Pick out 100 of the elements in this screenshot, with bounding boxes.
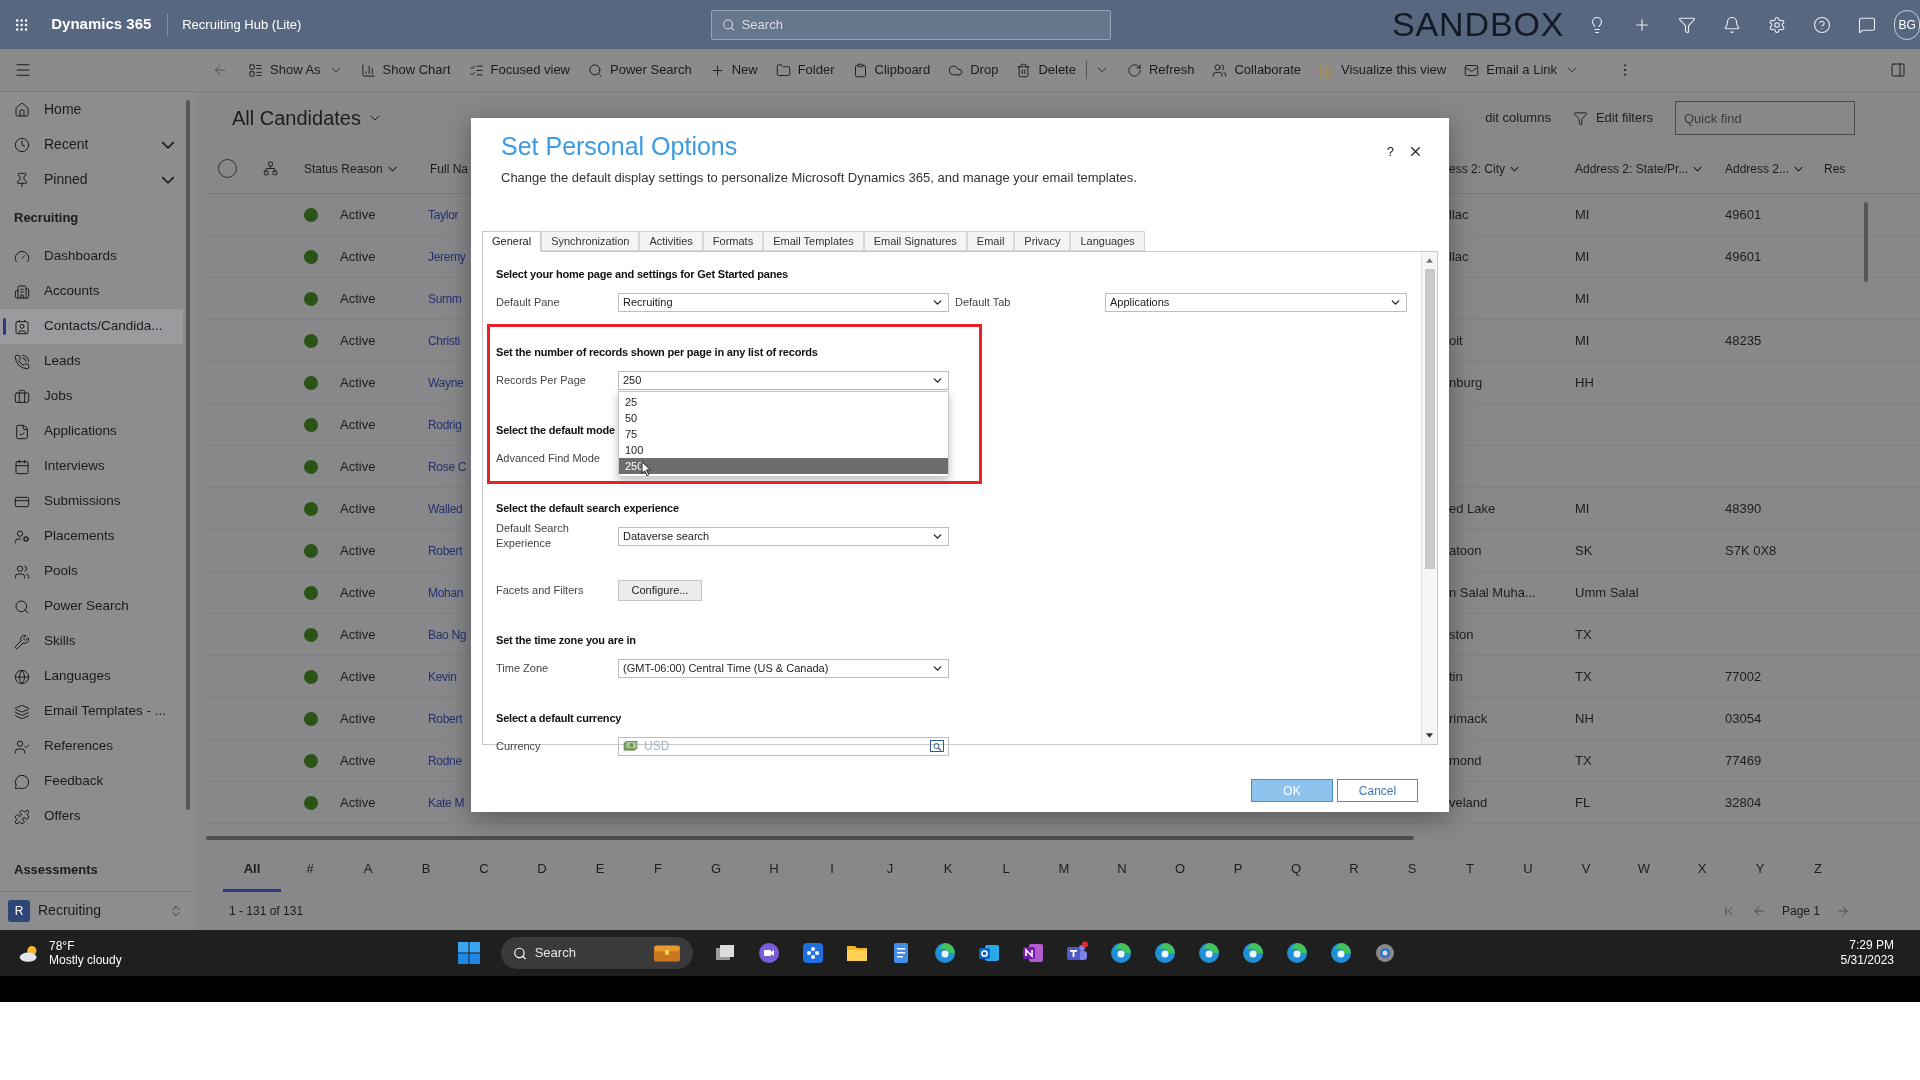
jump-bar-item[interactable]: U — [1499, 848, 1557, 892]
jump-bar-item[interactable]: K — [919, 848, 977, 892]
tab[interactable]: Formats — [702, 231, 764, 251]
browser-icon[interactable] — [1240, 941, 1265, 965]
nav-item[interactable]: Leads — [0, 344, 183, 379]
name-link[interactable]: Christi — [428, 333, 460, 348]
dropdown-field[interactable]: Applications — [1105, 292, 1407, 312]
nav-item[interactable]: References — [0, 729, 183, 764]
quick-find-field[interactable]: Quick find — [1675, 101, 1855, 135]
nav-item[interactable]: Skills — [0, 624, 183, 659]
jump-bar-item[interactable]: B — [397, 848, 455, 892]
chevron-down-icon[interactable] — [387, 165, 397, 172]
app-icon[interactable] — [800, 941, 825, 965]
nav-item[interactable]: Power Search — [0, 589, 183, 624]
app-name[interactable]: Dynamics 365 — [51, 13, 152, 36]
lookup-icon[interactable] — [930, 740, 944, 752]
chevron-down-icon[interactable] — [1794, 165, 1804, 172]
jump-bar-item[interactable]: W — [1615, 848, 1673, 892]
jump-bar-item[interactable]: V — [1557, 848, 1615, 892]
toolbar-button[interactable]: Visualize this view — [1313, 54, 1453, 86]
nav-item[interactable]: Accounts — [0, 274, 183, 309]
jump-bar-item[interactable]: O — [1151, 848, 1209, 892]
tab[interactable]: Email — [966, 231, 1015, 251]
cancel-button[interactable]: Cancel — [1337, 779, 1418, 802]
jump-bar-item[interactable]: Z — [1789, 848, 1847, 892]
clock-time[interactable]: 7:29 PM — [1849, 938, 1894, 953]
dropdown-option[interactable]: 100 — [619, 441, 948, 458]
notebook-icon[interactable] — [1020, 941, 1045, 965]
nav-item[interactable]: Placements — [0, 519, 183, 554]
jump-bar-item[interactable]: G — [687, 848, 745, 892]
column-header[interactable]: Status Reason — [304, 159, 383, 178]
search-field[interactable]: Search — [741, 14, 1101, 35]
jump-bar-item[interactable]: D — [513, 848, 571, 892]
dropdown-field[interactable]: 250 — [618, 370, 949, 390]
nav-item[interactable]: Feedback — [0, 764, 183, 799]
toolbar-button[interactable]: Show As — [242, 54, 327, 86]
name-link[interactable]: Jeremy — [428, 249, 466, 264]
browser-icon[interactable] — [1196, 941, 1221, 965]
configure-button[interactable]: Configure... — [618, 579, 702, 601]
weather-condition[interactable]: Mostly cloudy — [49, 953, 122, 967]
toolbar-button[interactable]: Clipboard — [846, 54, 937, 86]
nav-item[interactable]: Submissions — [0, 484, 183, 519]
nav-item[interactable]: Email Templates - ... — [0, 694, 183, 729]
jump-bar-item[interactable]: E — [571, 848, 629, 892]
browser-icon[interactable] — [1108, 941, 1133, 965]
tab[interactable]: Activities — [639, 231, 703, 251]
nav-item[interactable]: Pools — [0, 554, 183, 589]
column-header[interactable]: Res — [1824, 159, 1846, 178]
tab[interactable]: Privacy — [1014, 231, 1071, 251]
toolbar-button[interactable]: Delete — [1010, 54, 1082, 86]
column-header[interactable]: Full Na — [430, 159, 468, 178]
tab[interactable]: Languages — [1070, 231, 1145, 251]
name-link[interactable]: Walled — [428, 501, 463, 516]
name-link[interactable]: Kate M — [428, 795, 465, 810]
toolbar-button[interactable]: Focused view — [462, 54, 576, 86]
column-header[interactable]: Address 2... — [1725, 159, 1790, 178]
windows-logo-icon[interactable] — [456, 941, 481, 965]
dropdown-option[interactable]: 75 — [619, 425, 948, 442]
nav-item[interactable]: Languages — [0, 659, 183, 694]
jump-bar-item[interactable]: Q — [1267, 848, 1325, 892]
jump-bar-item[interactable]: P — [1209, 848, 1267, 892]
name-link[interactable]: Bao Ng — [428, 627, 467, 642]
jump-bar-item[interactable]: H — [745, 848, 803, 892]
nav-item[interactable]: Pinned — [0, 162, 195, 197]
browser-icon[interactable] — [1328, 941, 1353, 965]
filter-icon[interactable] — [1678, 15, 1697, 34]
jump-bar-item[interactable]: M — [1035, 848, 1093, 892]
nav-item[interactable]: Dashboards — [0, 239, 183, 274]
browser-icon[interactable] — [1152, 941, 1177, 965]
name-link[interactable]: Kevin — [428, 669, 457, 684]
toolbar-button[interactable]: Drop — [942, 54, 1005, 86]
jump-bar-item[interactable]: J — [861, 848, 919, 892]
chevron-down-icon[interactable] — [1693, 165, 1703, 172]
browser-icon[interactable] — [932, 941, 957, 965]
name-link[interactable]: Rodne — [428, 753, 462, 768]
name-link[interactable]: Wayne — [428, 375, 464, 390]
area-switcher[interactable]: R Recruiting — [0, 891, 195, 929]
scroll-down-icon[interactable] — [1426, 733, 1433, 738]
tab[interactable]: Email Templates — [763, 231, 864, 251]
column-header[interactable]: ess 2: City — [1449, 159, 1505, 178]
dropdown-field[interactable]: (GMT-06:00) Central Time (US & Canada) — [618, 658, 949, 678]
toolbar-button[interactable]: Collaborate — [1206, 54, 1307, 86]
close-icon[interactable] — [1408, 144, 1423, 159]
nav-item[interactable]: Applications — [0, 414, 183, 449]
jump-bar-item[interactable]: N — [1093, 848, 1151, 892]
chevron-down-icon[interactable] — [1510, 165, 1519, 172]
name-link[interactable]: Robert — [428, 711, 463, 726]
jump-bar-item[interactable]: All — [223, 848, 281, 892]
nav-item[interactable]: Recent — [0, 127, 195, 162]
name-link[interactable]: Summ — [428, 291, 462, 306]
nav-item[interactable]: Offers — [0, 799, 183, 834]
name-link[interactable]: Mohan — [428, 585, 464, 600]
toolbar-button[interactable]: New — [703, 54, 764, 86]
tab[interactable]: General — [482, 231, 542, 252]
dropdown-field[interactable]: Dataverse search — [618, 526, 949, 546]
nav-item[interactable]: Interviews — [0, 449, 183, 484]
scrollbar-thumb[interactable] — [1424, 269, 1435, 569]
jump-bar-item[interactable]: A — [339, 848, 397, 892]
nav-item[interactable]: Contacts/Candida... — [0, 309, 183, 344]
command-button[interactable]: dit columns — [1485, 108, 1551, 128]
